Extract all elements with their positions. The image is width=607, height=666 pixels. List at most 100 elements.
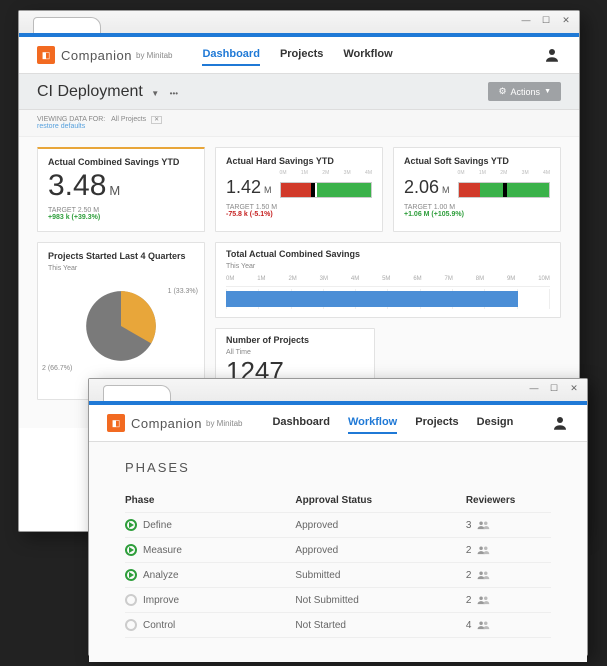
phases-table: Phase Approval Status Reviewers Define Ap…	[125, 489, 551, 638]
nav-workflow[interactable]: Workflow	[343, 44, 392, 66]
page-subheader: CI Deployment ▼ ••• ⚙ Actions ▼	[19, 74, 579, 110]
phase-status: Not Started	[295, 620, 465, 631]
close-icon[interactable]: ✕	[567, 383, 581, 394]
user-icon[interactable]	[543, 46, 561, 64]
table-header-row: Phase Approval Status Reviewers	[125, 489, 551, 513]
table-row[interactable]: ImproveNot Submitted2	[125, 588, 551, 613]
row-2: Projects Started Last 4 Quarters This Ye…	[37, 242, 561, 400]
maximize-icon[interactable]: ☐	[547, 383, 561, 394]
phase-status: Not Submitted	[295, 595, 465, 606]
brand-name: Companion	[131, 416, 202, 431]
kpi-value: 1.42	[226, 177, 261, 197]
table-row[interactable]: Control Not Started4	[125, 613, 551, 638]
people-icon	[477, 620, 491, 630]
pie-slice-label-1: 1 (33.3%)	[168, 288, 198, 295]
phase-status: Approved	[295, 520, 465, 531]
kpi-delta: +983 k (+39.3%)	[48, 214, 194, 221]
dashboard-title: CI Deployment	[37, 83, 143, 100]
kpi-unit: M	[264, 185, 272, 195]
kpi-title: Actual Soft Savings YTD	[404, 156, 550, 166]
minimize-icon[interactable]: —	[527, 383, 541, 394]
minimize-icon[interactable]: —	[519, 15, 533, 26]
people-icon	[477, 595, 491, 605]
reviewer-count: 2	[466, 595, 472, 606]
nav-projects[interactable]: Projects	[280, 44, 323, 66]
table-row[interactable]: AnalyzeSubmitted2	[125, 563, 551, 588]
phase-status: Approved	[295, 545, 465, 556]
filter-clear-icon[interactable]: ✕	[151, 116, 162, 124]
phase-name: Control	[143, 620, 175, 631]
kpi-card-soft[interactable]: Actual Soft Savings YTD 2.06M 0M1M2M3M4M…	[393, 147, 561, 232]
actions-button[interactable]: ⚙ Actions ▼	[488, 82, 561, 101]
nav-design[interactable]: Design	[477, 412, 514, 434]
window-controls: — ☐ ✕	[519, 15, 573, 26]
circle-icon	[125, 594, 137, 606]
brand-name: Companion	[61, 48, 132, 63]
col-header-reviewers: Reviewers	[466, 495, 551, 506]
reviewer-count: 3	[466, 520, 472, 531]
reviewer-count: 2	[466, 570, 472, 581]
card-title: Total Actual Combined Savings	[226, 249, 550, 259]
table-row[interactable]: Define Approved3	[125, 513, 551, 538]
nav-dashboard[interactable]: Dashboard	[272, 412, 329, 434]
play-icon	[125, 569, 137, 581]
user-icon[interactable]	[551, 414, 569, 432]
nav-dashboard[interactable]: Dashboard	[202, 44, 259, 66]
kpi-value: 2.06	[404, 177, 439, 197]
main-nav: Dashboard Projects Workflow	[202, 44, 392, 66]
maximize-icon[interactable]: ☐	[539, 15, 553, 26]
window-chrome: — ☐ ✕	[19, 11, 579, 33]
kpi-row: Actual Combined Savings YTD 3.48M TARGET…	[37, 147, 561, 232]
app-header: ◧ Companion by Minitab Dashboard Workflo…	[89, 405, 587, 442]
kpi-unit: M	[109, 183, 120, 198]
card-title: Projects Started Last 4 Quarters	[48, 251, 194, 261]
pie-slice-label-2: 2 (66.7%)	[42, 365, 72, 372]
hbar-axis: 0M1M2M3M4M5M6M7M8M9M10M	[226, 274, 550, 287]
play-icon	[125, 544, 137, 556]
hbar-card[interactable]: Total Actual Combined Savings This Year …	[215, 242, 561, 318]
hbar-chart: 0M1M2M3M4M5M6M7M8M9M10M	[226, 274, 550, 309]
kpi-delta: +1.06 M (+105.9%)	[404, 211, 550, 218]
browser-tab[interactable]	[33, 17, 101, 33]
browser-tab[interactable]	[103, 385, 171, 401]
kpi-target: TARGET 1.50 M	[226, 204, 372, 211]
main-nav: Dashboard Workflow Projects Design	[272, 412, 513, 434]
nav-projects[interactable]: Projects	[415, 412, 458, 434]
card-subtitle: This Year	[226, 263, 550, 270]
kpi-card-hard[interactable]: Actual Hard Savings YTD 1.42M 0M1M2M3M4M…	[215, 147, 383, 232]
card-subtitle: All Time	[226, 349, 364, 356]
col-header-status: Approval Status	[295, 495, 465, 506]
card-subtitle: This Year	[48, 265, 194, 272]
dashboard-selector[interactable]: CI Deployment ▼ •••	[37, 83, 178, 101]
kpi-unit: M	[442, 185, 450, 195]
filter-value: All Projects	[111, 116, 146, 123]
phase-name: Measure	[143, 545, 182, 556]
phase-name: Analyze	[143, 570, 179, 581]
kpi-value: 3.48	[48, 169, 106, 202]
brand-logo-icon: ◧	[107, 414, 125, 432]
col-header-phase: Phase	[125, 495, 295, 506]
window-chrome: — ☐ ✕	[89, 379, 587, 401]
phases-panel: PHASES Phase Approval Status Reviewers D…	[89, 442, 587, 662]
people-icon	[477, 570, 491, 580]
workflow-window: — ☐ ✕ ◧ Companion by Minitab Dashboard W…	[88, 378, 588, 656]
play-icon	[125, 519, 137, 531]
filter-prefix: VIEWING DATA FOR:	[37, 116, 105, 123]
info-dots-icon: •••	[170, 89, 178, 98]
phase-name: Define	[143, 520, 172, 531]
brand-subtitle: by Minitab	[136, 51, 172, 60]
reviewer-count: 4	[466, 620, 472, 631]
chevron-down-icon: ▼	[544, 88, 551, 95]
kpi-target: TARGET 1.00 M	[404, 204, 550, 211]
pie-card[interactable]: Projects Started Last 4 Quarters This Ye…	[37, 242, 205, 400]
circle-icon	[125, 619, 137, 631]
nav-workflow[interactable]: Workflow	[348, 412, 397, 434]
restore-defaults-link[interactable]: restore defaults	[37, 123, 85, 130]
table-row[interactable]: MeasureApproved2	[125, 538, 551, 563]
kpi-title: Actual Combined Savings YTD	[48, 157, 194, 167]
kpi-bullet-chart	[458, 182, 550, 198]
phases-heading: PHASES	[125, 460, 551, 475]
kpi-card-combined[interactable]: Actual Combined Savings YTD 3.48M TARGET…	[37, 147, 205, 232]
brand-subtitle: by Minitab	[206, 419, 242, 428]
close-icon[interactable]: ✕	[559, 15, 573, 26]
